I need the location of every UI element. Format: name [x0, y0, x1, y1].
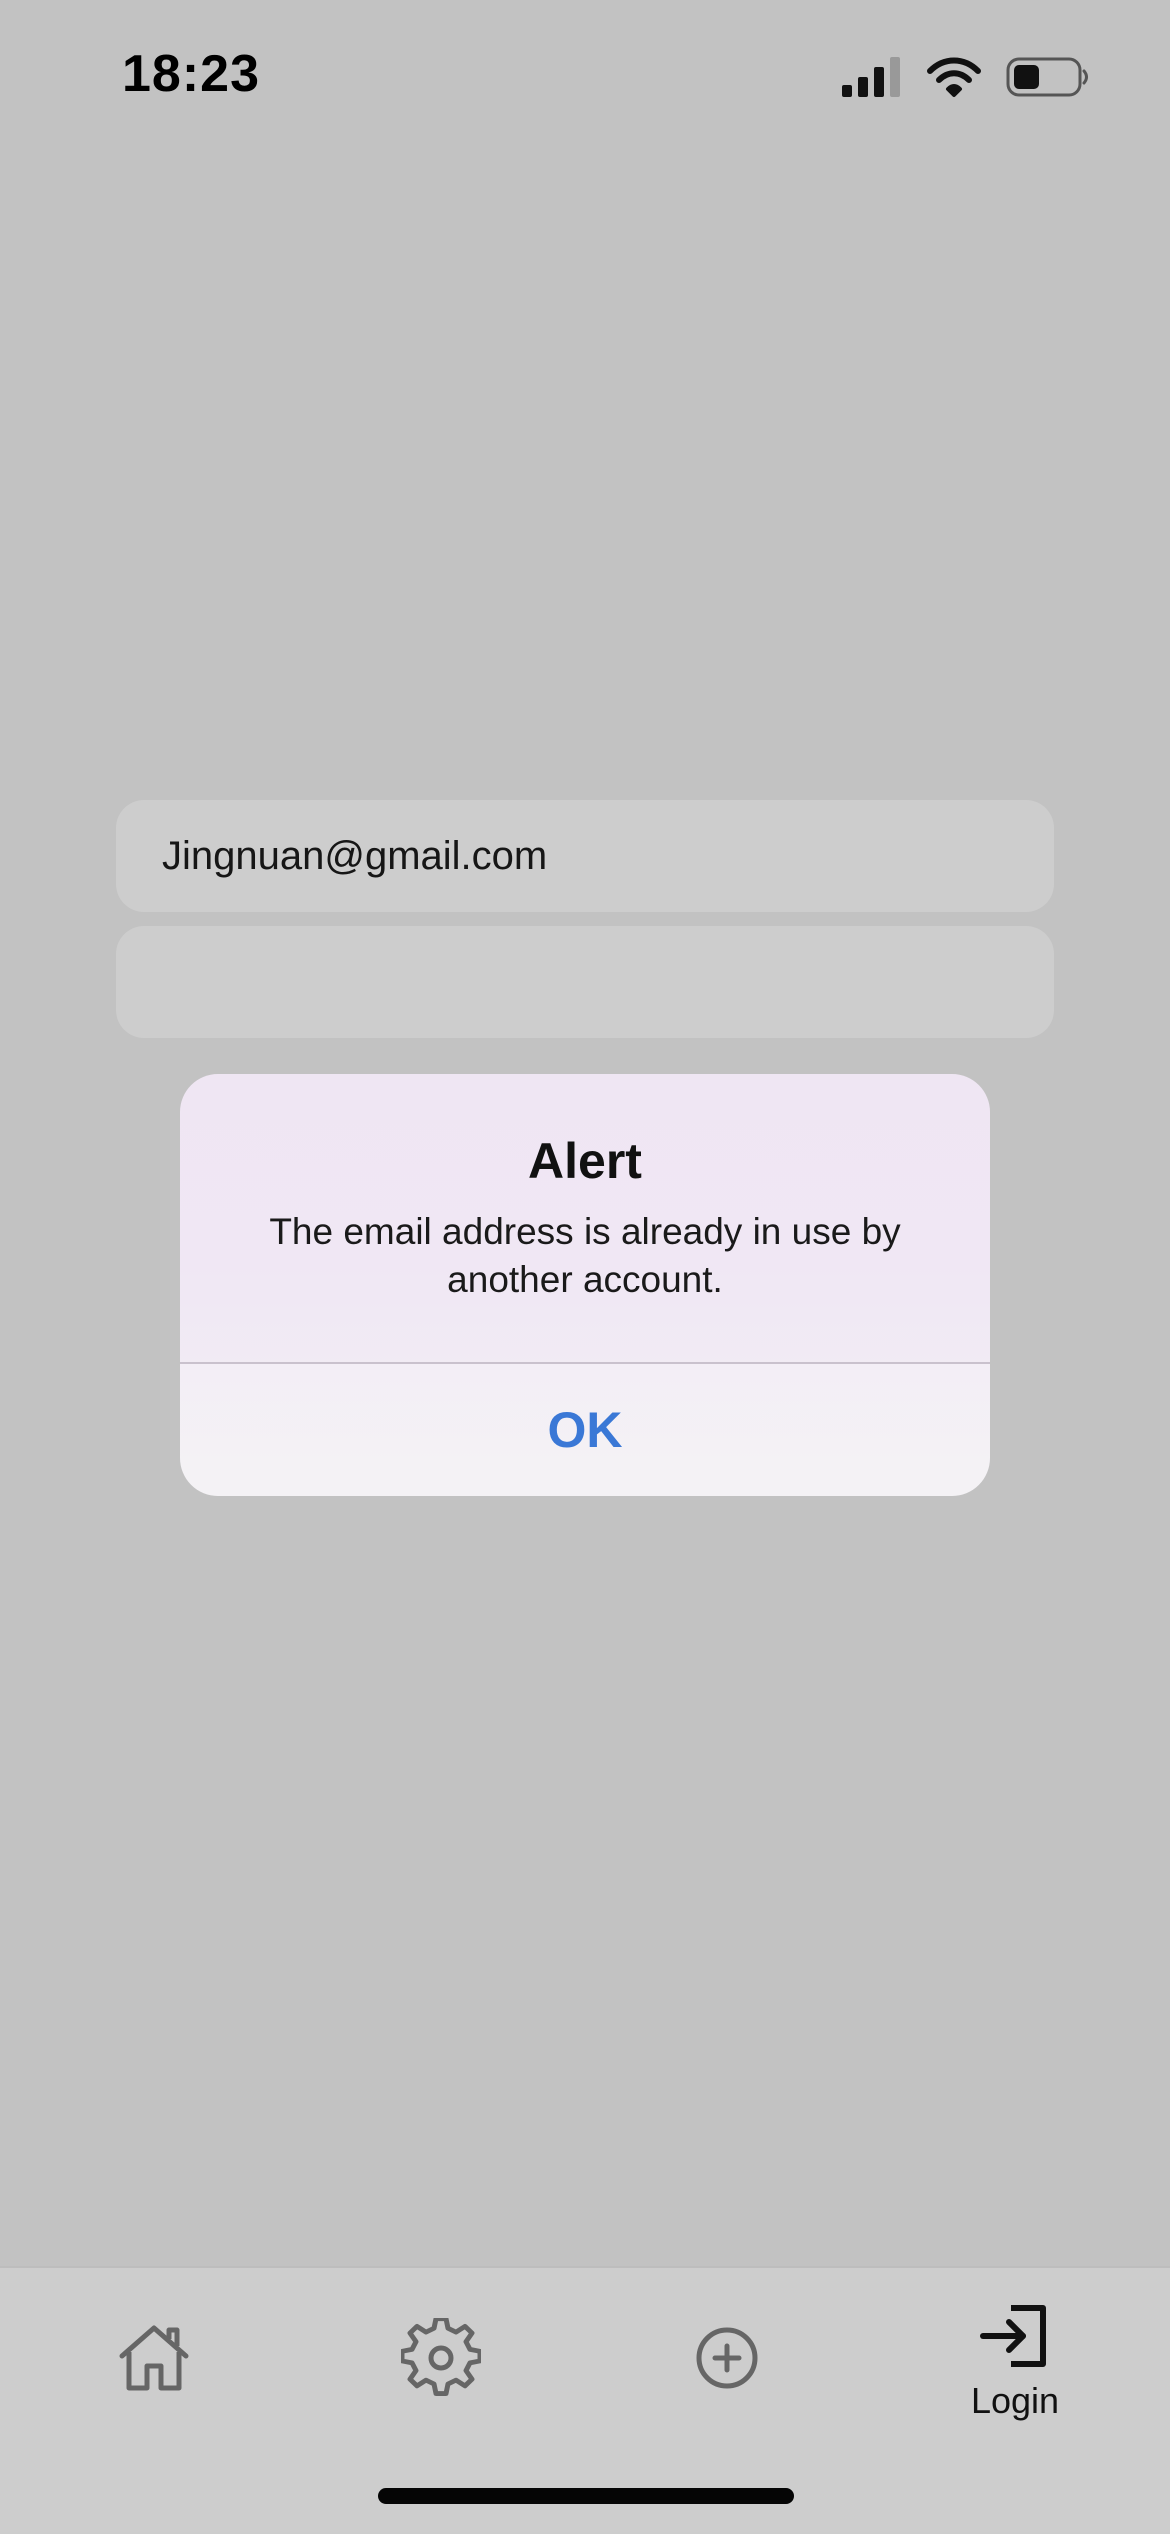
tab-settings[interactable] [351, 2298, 531, 2438]
login-arrow-icon [980, 2305, 1046, 2367]
tab-home[interactable] [64, 2298, 244, 2438]
email-field[interactable]: Jingnuan@gmail.com [116, 800, 1054, 912]
wifi-icon [927, 57, 981, 97]
house-icon [119, 2325, 189, 2391]
gear-icon [401, 2318, 481, 2396]
alert-title: Alert [528, 1133, 642, 1189]
password-field[interactable] [116, 926, 1054, 1038]
tab-login[interactable]: Login [925, 2298, 1105, 2438]
alert-dialog: Alert The email address is already in us… [180, 1074, 990, 1496]
home-indicator[interactable] [378, 2488, 794, 2504]
alert-message: The email address is already in use by a… [269, 1211, 901, 1300]
status-icons [840, 52, 1090, 102]
status-bar: 18:23 [0, 0, 1170, 150]
battery-icon [1006, 57, 1088, 97]
ok-button[interactable]: OK [180, 1364, 990, 1496]
alert-body: Alert The email address is already in us… [180, 1074, 990, 1362]
tab-login-label: Login [970, 2380, 1060, 2421]
cellular-signal-icon [842, 57, 900, 97]
tab-add[interactable] [637, 2298, 817, 2438]
status-time: 18:23 [122, 45, 260, 103]
plus-circle-icon [696, 2327, 758, 2389]
